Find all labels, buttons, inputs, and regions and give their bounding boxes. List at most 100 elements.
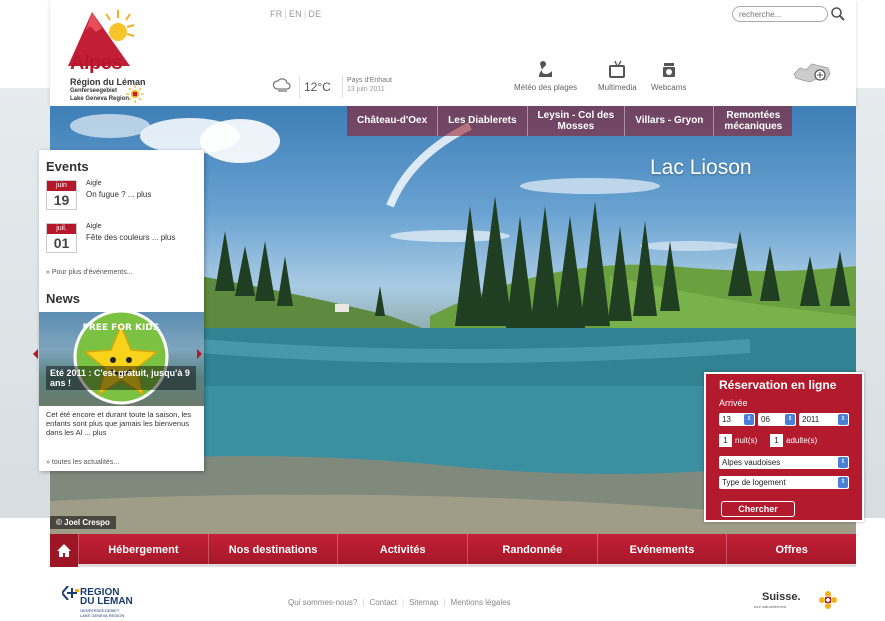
beach-weather-link[interactable]: Météo des plages (514, 60, 577, 92)
suisse-flower-icon (819, 591, 837, 609)
subnav-leysin-col-des-mosses[interactable]: Leysin - Col des Mosses (526, 106, 625, 136)
weather-temperature: 12°C (304, 80, 331, 94)
lang-fr[interactable]: FR (270, 9, 282, 19)
subnav-villars-gryon[interactable]: Villars - Gryon (624, 106, 714, 136)
more-events-link[interactable]: » Pour plus d'événements... (46, 269, 133, 276)
footer-logo-subtitle: GENFERSEEGEBIET LAKE GENEVA REGION (80, 608, 124, 618)
calendar-date: juil. 01 (46, 223, 77, 253)
news-image[interactable]: FREE FOR KIDS (39, 312, 204, 406)
stepper-icon: ⇕ (744, 414, 754, 425)
language-switcher: FR | EN | DE (270, 9, 322, 19)
footer-logo-sub2: LAKE GENEVA REGION (80, 613, 125, 618)
subnav-label: Château-d'Oex (357, 115, 428, 126)
arrival-label: Arrivée (719, 398, 748, 408)
arrival-month-select[interactable]: 06 ⇕ (758, 413, 796, 426)
site-container: FR|EN|DE Alpes Région du Léman Genfersee… (33, 0, 864, 621)
tv-icon (609, 60, 626, 78)
webcams-link[interactable]: Webcams (651, 60, 686, 92)
swiss-map-icon[interactable] (790, 60, 836, 86)
subnav-label: Les Diablerets (448, 115, 517, 126)
logo-title: Alpes (70, 52, 122, 74)
multimedia-label: Multimedia (598, 83, 637, 92)
subnav-chateau-doex[interactable]: Château-d'Oex (347, 106, 438, 136)
all-news-link[interactable]: » toutes les actualités... (46, 459, 119, 466)
nights-label: nuit(s) (735, 436, 758, 445)
search-input[interactable] (732, 6, 828, 22)
suisse-logo-title[interactable]: Suisse. (762, 591, 801, 603)
nights-input[interactable]: 1 (719, 434, 732, 447)
logo-subtitle-de: Genferseegebiet (70, 88, 118, 94)
link-legal[interactable]: Mentions légales (451, 598, 511, 607)
home-button[interactable] (50, 534, 78, 567)
subnav-label: Remontées (726, 110, 781, 121)
news-headline[interactable]: Eté 2011 : C'est gratuit, jusqu'à 9 ans … (46, 366, 196, 390)
logo-subtitle-en: Lake Geneva Region (70, 96, 130, 102)
arrival-day-select[interactable]: 13 ⇕ (719, 413, 755, 426)
lang-en[interactable]: EN (289, 9, 302, 19)
lodging-type-value: Type de logement (722, 478, 786, 487)
search-button[interactable]: Chercher (721, 501, 795, 517)
sun-badge-icon (126, 85, 144, 103)
stepper-icon: ⇕ (838, 457, 848, 468)
stepper-icon: ⇕ (838, 414, 848, 425)
nav-activites[interactable]: Activités (337, 534, 467, 564)
weather-location: Pays d'Enhaut (347, 77, 392, 84)
multimedia-link[interactable]: Multimedia (598, 60, 637, 92)
link-sitemap[interactable]: Sitemap (409, 598, 438, 607)
nav-nos-destinations[interactable]: Nos destinations (207, 534, 338, 564)
arrival-year: 2011 (802, 415, 820, 424)
news-body: Cet été encore et durant toute la saison… (46, 410, 192, 437)
region-subnav: Château-d'Oex Les Diablerets Leysin - Co… (347, 106, 793, 140)
subnav-label-line2: Mosses (557, 121, 595, 132)
nav-offres[interactable]: Offres (726, 534, 856, 564)
subnav-label-line2: mécaniques (724, 121, 783, 132)
news-next-arrow[interactable] (197, 349, 202, 359)
footer-logo-text[interactable]: REGION DU LEMAN (80, 588, 133, 607)
news-heading: News (46, 291, 80, 306)
event-day: 01 (53, 235, 70, 251)
home-icon (57, 544, 71, 557)
events-heading: Events (46, 159, 89, 174)
beach-weather-icon (538, 61, 552, 77)
suisse-logo-subtitle: tout naturellement. (754, 604, 788, 609)
event-month: juil. (47, 224, 76, 234)
nav-hebergement[interactable]: Hébergement (78, 534, 208, 564)
link-about[interactable]: Qui sommes-nous? (288, 598, 357, 607)
event-place: Aigle (86, 180, 102, 187)
nav-evenements[interactable]: Evénements (596, 534, 727, 564)
event-month: juin (47, 181, 76, 191)
footer-links: Qui sommes-nous? | Contact | Sitemap | Mention… (288, 598, 511, 607)
region-leman-logo-icon[interactable] (62, 586, 80, 600)
arrival-day: 13 (722, 415, 731, 424)
arrival-year-select[interactable]: 2011 ⇕ (799, 413, 849, 426)
event-day: 19 (53, 192, 70, 208)
lodging-type-select[interactable]: Type de logement ⇕ (719, 476, 849, 489)
free-for-kids-badge: FREE FOR KIDS (73, 312, 169, 405)
main-navigation: Hébergement Nos destinations Activités R… (50, 534, 856, 567)
stepper-icon: ⇕ (785, 414, 795, 425)
header: FR|EN|DE Alpes Région du Léman Genfersee… (50, 0, 856, 106)
footer-logo-line2: DU LEMAN (80, 596, 133, 607)
nav-randonnee[interactable]: Randonnée (467, 534, 597, 564)
badge-text: FREE FOR KIDS (83, 323, 160, 333)
news-prev-arrow[interactable] (33, 349, 38, 359)
site-logo[interactable]: Alpes Région du Léman Genferseegebiet La… (52, 8, 152, 106)
link-contact[interactable]: Contact (369, 598, 397, 607)
divider (299, 76, 300, 98)
event-title[interactable]: On fugue ? ... plus (86, 190, 151, 199)
adults-input[interactable]: 1 (770, 434, 783, 447)
footer: REGION DU LEMAN GENFERSEEGEBIET LAKE GEN… (50, 570, 856, 621)
search-icon[interactable] (830, 6, 846, 22)
region-select[interactable]: Alpes vaudoises ⇕ (719, 456, 849, 469)
booking-title: Réservation en ligne (719, 378, 837, 392)
events-news-panel: Events juin 19 Aigle On fugue ? ... plus… (33, 150, 204, 471)
event-title[interactable]: Fête des couleurs ... plus (86, 233, 175, 242)
subnav-label: Villars - Gryon (635, 115, 704, 126)
adults-label: adulte(s) (786, 436, 818, 445)
event-place: Aigle (86, 223, 102, 230)
subnav-label: Leysin - Col des (537, 110, 615, 121)
lang-de[interactable]: DE (308, 9, 321, 19)
subnav-les-diablerets[interactable]: Les Diablerets (437, 106, 527, 136)
subnav-remontees-mecaniques[interactable]: Remontées mécaniques (713, 106, 793, 136)
webcam-icon (662, 63, 675, 77)
